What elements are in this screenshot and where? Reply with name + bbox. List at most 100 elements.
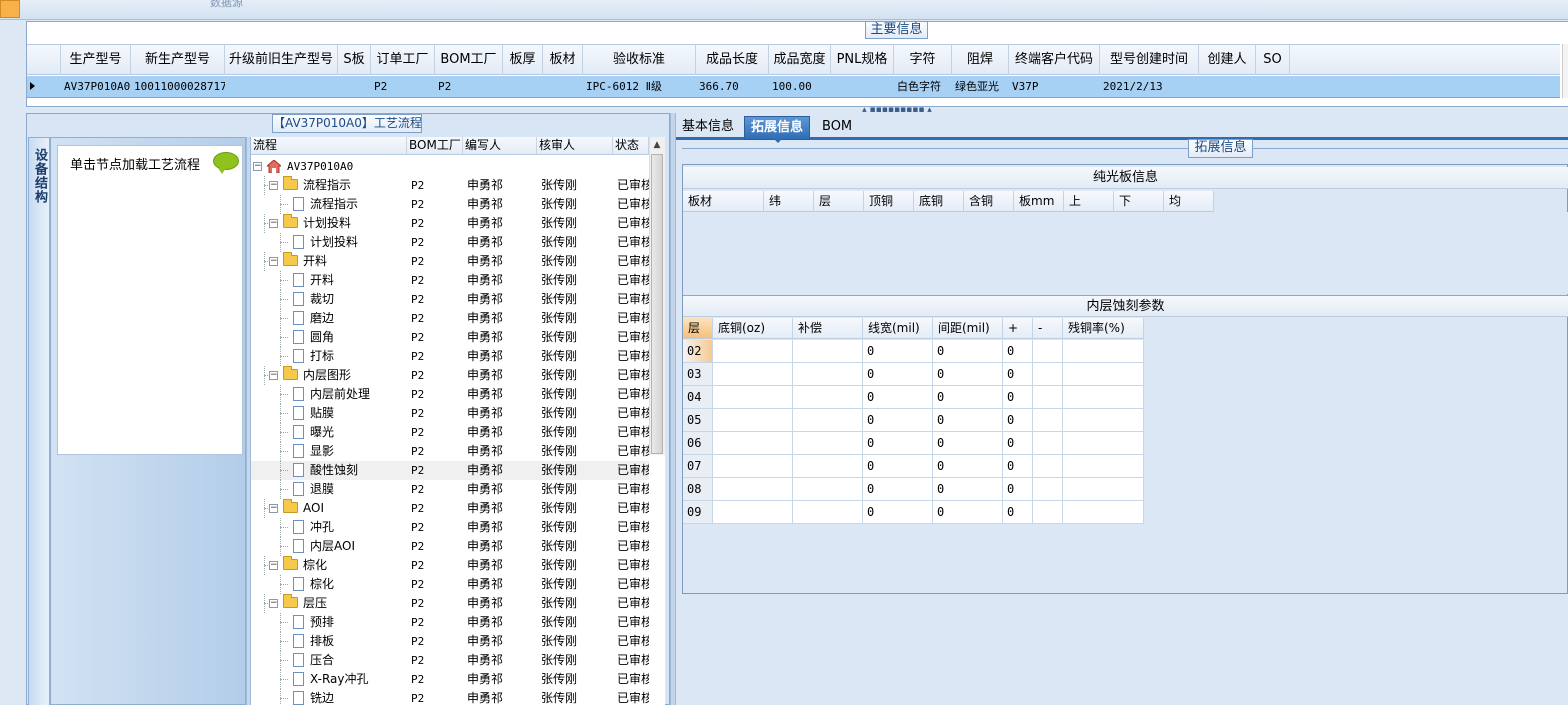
scroll-up-icon[interactable]: ▲ xyxy=(650,140,664,150)
tree-node[interactable]: 裁切 xyxy=(251,290,407,309)
expander-icon[interactable]: − xyxy=(269,599,278,608)
main-cell[interactable]: AV37P010A0 xyxy=(61,76,131,98)
etch-cell[interactable]: 0 xyxy=(1003,432,1033,454)
main-cell[interactable]: 白色字符 xyxy=(894,76,952,98)
pure-col-header[interactable]: 板材 xyxy=(683,191,764,211)
etch-row[interactable]: 08 0 0 0 xyxy=(683,478,1144,501)
etch-cell[interactable] xyxy=(793,386,863,408)
tree-row[interactable]: − 计划投料 P2 申勇祁 张传刚 已审核 xyxy=(251,214,649,233)
etch-cell[interactable]: 0 xyxy=(933,386,1003,408)
tree-col-header[interactable]: 流程 xyxy=(251,137,407,154)
tree-col-header[interactable]: 状态 xyxy=(613,137,649,154)
etch-cell[interactable]: 0 xyxy=(933,501,1003,523)
etch-cell[interactable] xyxy=(1033,501,1063,523)
main-cell[interactable]: 2021/2/13 xyxy=(1100,76,1199,98)
tree-node[interactable]: 棕化 xyxy=(251,575,407,594)
etch-col-header[interactable]: 残铜率(%) xyxy=(1063,318,1144,338)
main-cell[interactable]: P2 xyxy=(371,76,435,98)
tree-node[interactable]: − AV37P010A0 xyxy=(251,157,407,176)
tab-bom[interactable]: BOM xyxy=(816,116,858,140)
etch-row[interactable]: 09 0 0 0 xyxy=(683,501,1144,524)
main-cell[interactable]: 绿色亚光 xyxy=(952,76,1009,98)
tree-node[interactable]: − 棕化 xyxy=(251,556,407,575)
main-col-header[interactable]: S板 xyxy=(338,45,371,75)
tree-node[interactable]: 打标 xyxy=(251,347,407,366)
main-cell[interactable] xyxy=(225,76,338,98)
main-col-header[interactable]: 订单工厂 xyxy=(371,45,435,75)
top-tab-marker[interactable] xyxy=(0,0,20,18)
tree-row[interactable]: − 流程指示 P2 申勇祁 张传刚 已审核 xyxy=(251,176,649,195)
etch-cell[interactable] xyxy=(793,478,863,500)
etch-cell[interactable] xyxy=(1063,455,1144,477)
etch-row[interactable]: 03 0 0 0 xyxy=(683,363,1144,386)
tree-node[interactable]: 流程指示 xyxy=(251,195,407,214)
etch-row[interactable]: 02 0 0 0 xyxy=(683,340,1144,363)
main-col-header[interactable]: 板厚 xyxy=(503,45,543,75)
tree-row[interactable]: − 棕化 P2 申勇祁 张传刚 已审核 xyxy=(251,556,649,575)
tree-node[interactable]: 显影 xyxy=(251,442,407,461)
pure-col-header[interactable]: 下 xyxy=(1114,191,1164,211)
etch-col-header[interactable]: 线宽(mil) xyxy=(863,318,933,338)
expander-icon[interactable]: − xyxy=(269,561,278,570)
etch-row[interactable]: 07 0 0 0 xyxy=(683,455,1144,478)
etch-cell[interactable] xyxy=(1033,478,1063,500)
main-col-header[interactable]: PNL规格 xyxy=(831,45,894,75)
etch-cell[interactable]: 0 xyxy=(933,409,1003,431)
tree-row[interactable]: X-Ray冲孔 P2 申勇祁 张传刚 已审核 xyxy=(251,670,649,689)
main-cell[interactable]: 100.00 xyxy=(769,76,831,98)
main-col-header[interactable]: 创建人 xyxy=(1199,45,1256,75)
main-col-header[interactable]: 板材 xyxy=(543,45,583,75)
etch-cell[interactable] xyxy=(793,432,863,454)
etch-cell[interactable] xyxy=(713,340,793,362)
pure-col-header[interactable]: 均 xyxy=(1164,191,1214,211)
tree-node[interactable]: 酸性蚀刻 xyxy=(251,461,407,480)
main-cell[interactable] xyxy=(338,76,371,98)
tree-row[interactable]: 流程指示 P2 申勇祁 张传刚 已审核 xyxy=(251,195,649,214)
main-cell[interactable]: 10011000028717 xyxy=(131,76,225,98)
tree-node[interactable]: 圆角 xyxy=(251,328,407,347)
etch-cell[interactable] xyxy=(713,409,793,431)
main-col-header[interactable]: 型号创建时间 xyxy=(1100,45,1199,75)
tree-node[interactable]: − 计划投料 xyxy=(251,214,407,233)
main-cell[interactable] xyxy=(831,76,894,98)
etch-row[interactable]: 04 0 0 0 xyxy=(683,386,1144,409)
tree-node[interactable]: − 开料 xyxy=(251,252,407,271)
etch-cell[interactable] xyxy=(713,363,793,385)
tree-row[interactable]: 退膜 P2 申勇祁 张传刚 已审核 xyxy=(251,480,649,499)
etch-cell[interactable]: 0 xyxy=(933,363,1003,385)
tree-row[interactable]: 显影 P2 申勇祁 张传刚 已审核 xyxy=(251,442,649,461)
main-col-header[interactable]: 终端客户代码 xyxy=(1009,45,1100,75)
tree-node[interactable]: 预排 xyxy=(251,613,407,632)
main-cell[interactable] xyxy=(503,76,543,98)
etch-cell[interactable] xyxy=(1063,478,1144,500)
tree-row[interactable]: 圆角 P2 申勇祁 张传刚 已审核 xyxy=(251,328,649,347)
tree-row[interactable]: 棕化 P2 申勇祁 张传刚 已审核 xyxy=(251,575,649,594)
etch-cell[interactable]: 0 xyxy=(1003,340,1033,362)
tree-col-header[interactable]: 核审人 xyxy=(537,137,613,154)
etch-cell[interactable] xyxy=(793,363,863,385)
tree-node[interactable]: 磨边 xyxy=(251,309,407,328)
tree-node[interactable]: − 层压 xyxy=(251,594,407,613)
tab-extended-info[interactable]: 拓展信息 xyxy=(744,116,811,143)
etch-col-header[interactable]: 底铜(oz) xyxy=(713,318,793,338)
etch-cell[interactable]: 0 xyxy=(863,455,933,477)
tree-row[interactable]: − AV37P010A0 xyxy=(251,157,649,176)
etch-cell[interactable] xyxy=(1063,363,1144,385)
etch-cell[interactable]: 0 xyxy=(933,478,1003,500)
tree-row[interactable]: 打标 P2 申勇祁 张传刚 已审核 xyxy=(251,347,649,366)
etch-cell[interactable] xyxy=(1033,455,1063,477)
main-cell[interactable]: IPC-6012 Ⅱ级 xyxy=(583,76,696,98)
main-col-header[interactable]: 成品宽度 xyxy=(769,45,831,75)
tree-row[interactable]: 铣边 P2 申勇祁 张传刚 已审核 xyxy=(251,689,649,705)
etch-cell[interactable] xyxy=(793,455,863,477)
main-col-header[interactable]: 成品长度 xyxy=(696,45,769,75)
main-cell[interactable] xyxy=(1256,76,1290,98)
expander-icon[interactable]: − xyxy=(269,219,278,228)
tree-node[interactable]: − AOI xyxy=(251,499,407,518)
tree-node[interactable]: 铣边 xyxy=(251,689,407,705)
tree-node[interactable]: 压合 xyxy=(251,651,407,670)
etch-cell[interactable]: 0 xyxy=(1003,455,1033,477)
expander-icon[interactable]: − xyxy=(269,181,278,190)
etch-cell[interactable]: 0 xyxy=(1003,363,1033,385)
tree-node[interactable]: 内层AOI xyxy=(251,537,407,556)
